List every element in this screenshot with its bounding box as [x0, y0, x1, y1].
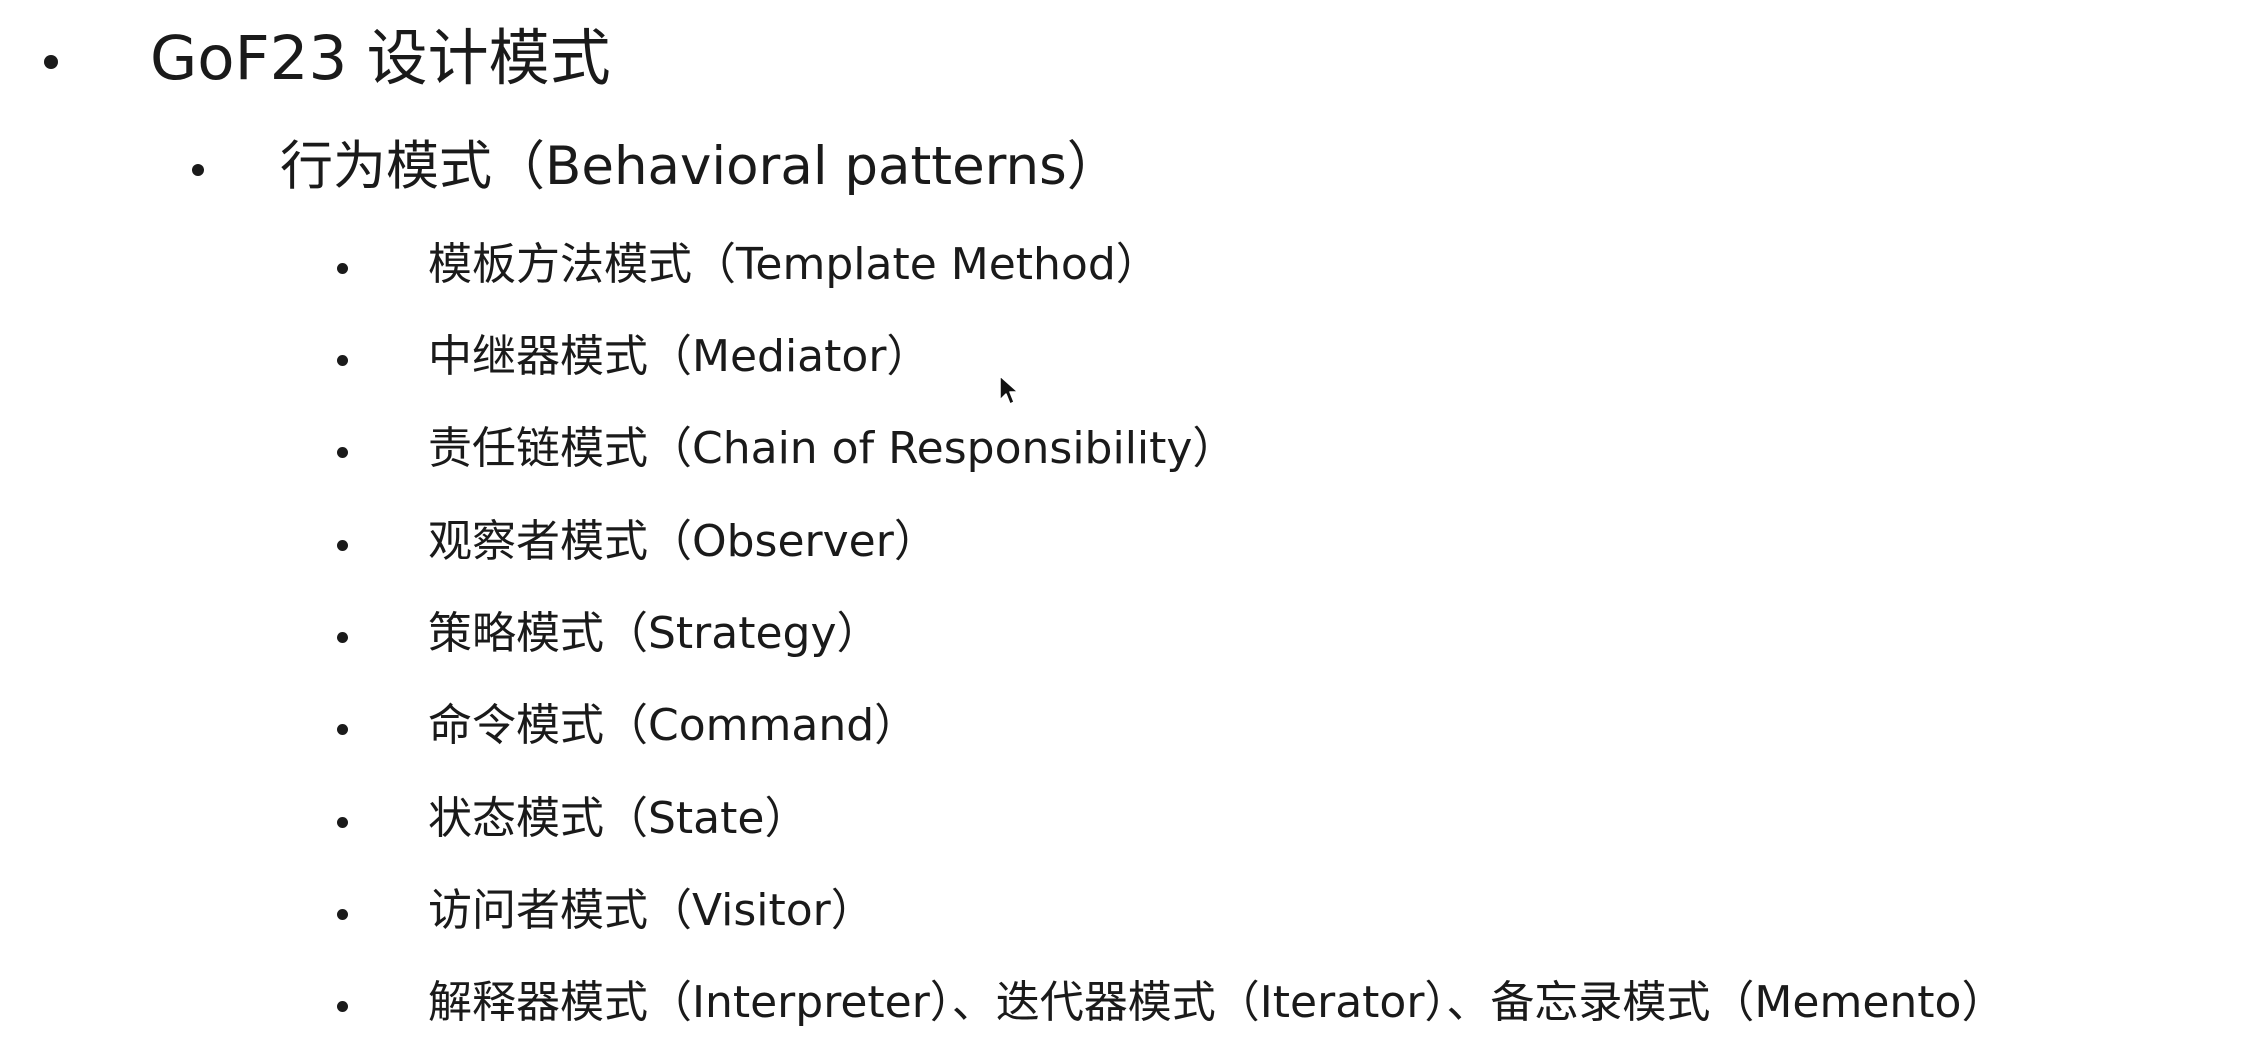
slide: GoF23 设计模式 行为模式（Behavioral patterns） 模板方… [0, 0, 2258, 1058]
pattern-mediator: 中继器模式（Mediator） [428, 331, 931, 382]
bullet-icon [337, 909, 348, 920]
bullet-icon [337, 355, 348, 366]
bullet-icon [337, 632, 348, 643]
bullet-icon [337, 1001, 348, 1012]
pattern-interpreter-iterator-memento: 解释器模式（Interpreter）、迭代器模式（Iterator）、备忘录模式… [428, 977, 2006, 1028]
section-heading: 行为模式（Behavioral patterns） [280, 136, 1120, 197]
pattern-template-method: 模板方法模式（Template Method） [428, 239, 1160, 290]
bullet-icon [337, 724, 348, 735]
pattern-command: 命令模式（Command） [428, 700, 919, 751]
slide-title: GoF23 设计模式 [150, 23, 611, 94]
bullet-icon [337, 817, 348, 828]
bullet-icon [337, 263, 348, 274]
pattern-observer: 观察者模式（Observer） [428, 516, 938, 567]
pattern-state: 状态模式（State） [428, 793, 809, 844]
bullet-icon [192, 164, 204, 176]
mouse-pointer-icon [999, 375, 1019, 405]
pattern-chain-of-responsibility: 责任链模式（Chain of Responsibility） [428, 423, 1237, 474]
bullet-icon [337, 447, 348, 458]
bullet-icon [44, 55, 58, 69]
bullet-icon [337, 540, 348, 551]
pattern-visitor: 访问者模式（Visitor） [428, 885, 875, 936]
pattern-strategy: 策略模式（Strategy） [428, 608, 881, 659]
